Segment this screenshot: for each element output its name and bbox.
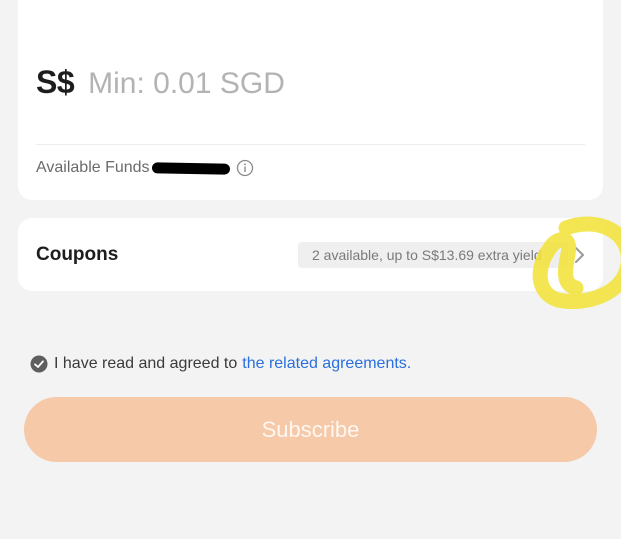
subscribe-button[interactable]: Subscribe [24, 397, 597, 462]
coupons-title: Coupons [36, 244, 119, 265]
coupons-availability-badge: 2 available, up to S$13.69 extra yield [298, 242, 568, 268]
agreement-link[interactable]: the related agreements. [242, 355, 411, 373]
amount-row: S$ [36, 64, 509, 101]
agreement-text: I have read and agreed to [54, 355, 238, 372]
currency-symbol: S$ [36, 64, 75, 100]
amount-card: S$ Available Funds [18, 0, 603, 200]
agreement-row: I have read and agreed to the related ag… [30, 355, 411, 373]
info-circle-icon[interactable] [236, 159, 254, 177]
divider [36, 144, 585, 145]
available-funds-row: Available Funds [36, 159, 254, 177]
amount-input[interactable] [88, 67, 509, 101]
coupons-row[interactable]: Coupons 2 available, up to S$13.69 extra… [18, 218, 603, 291]
redacted-funds-value [151, 161, 230, 175]
chevron-right-icon[interactable] [574, 246, 586, 264]
check-circle-icon[interactable] [30, 355, 48, 373]
available-funds-label: Available Funds [36, 159, 150, 176]
